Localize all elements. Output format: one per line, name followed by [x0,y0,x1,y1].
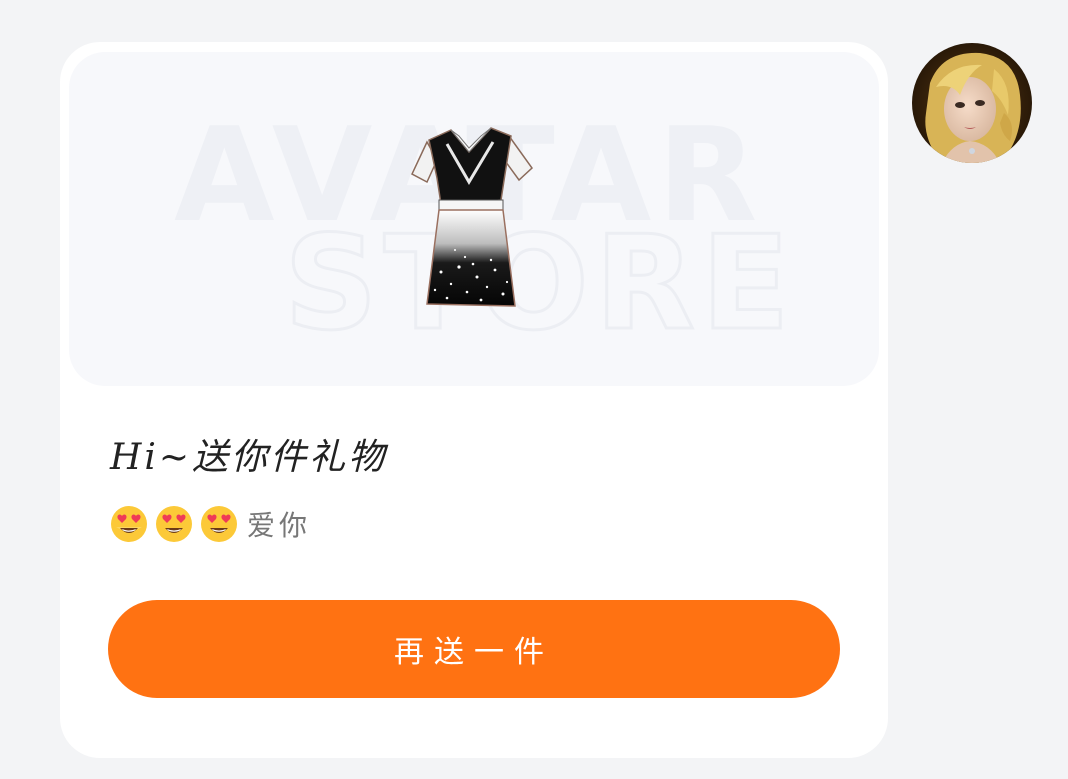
watermark-line2: STORE [284,207,796,359]
gift-preview[interactable]: AVATAR STORE [69,52,879,386]
dress-icon [411,127,533,307]
gift-message: 爱你 [110,504,311,544]
heart-eyes-emoji-icon [111,506,147,542]
heart-eyes-emoji-icon [201,506,237,542]
send-another-button[interactable]: 再送一件 [108,600,840,698]
chat-view: AVATAR STORE [0,0,1068,779]
gift-title: Hi~送你件礼物 [110,437,388,478]
user-avatar[interactable] [912,43,1032,163]
gift-message-card: AVATAR STORE [60,42,888,758]
heart-eyes-emoji-icon [156,506,192,542]
avatar-image [912,43,1032,163]
message-text: 爱你 [247,509,312,542]
